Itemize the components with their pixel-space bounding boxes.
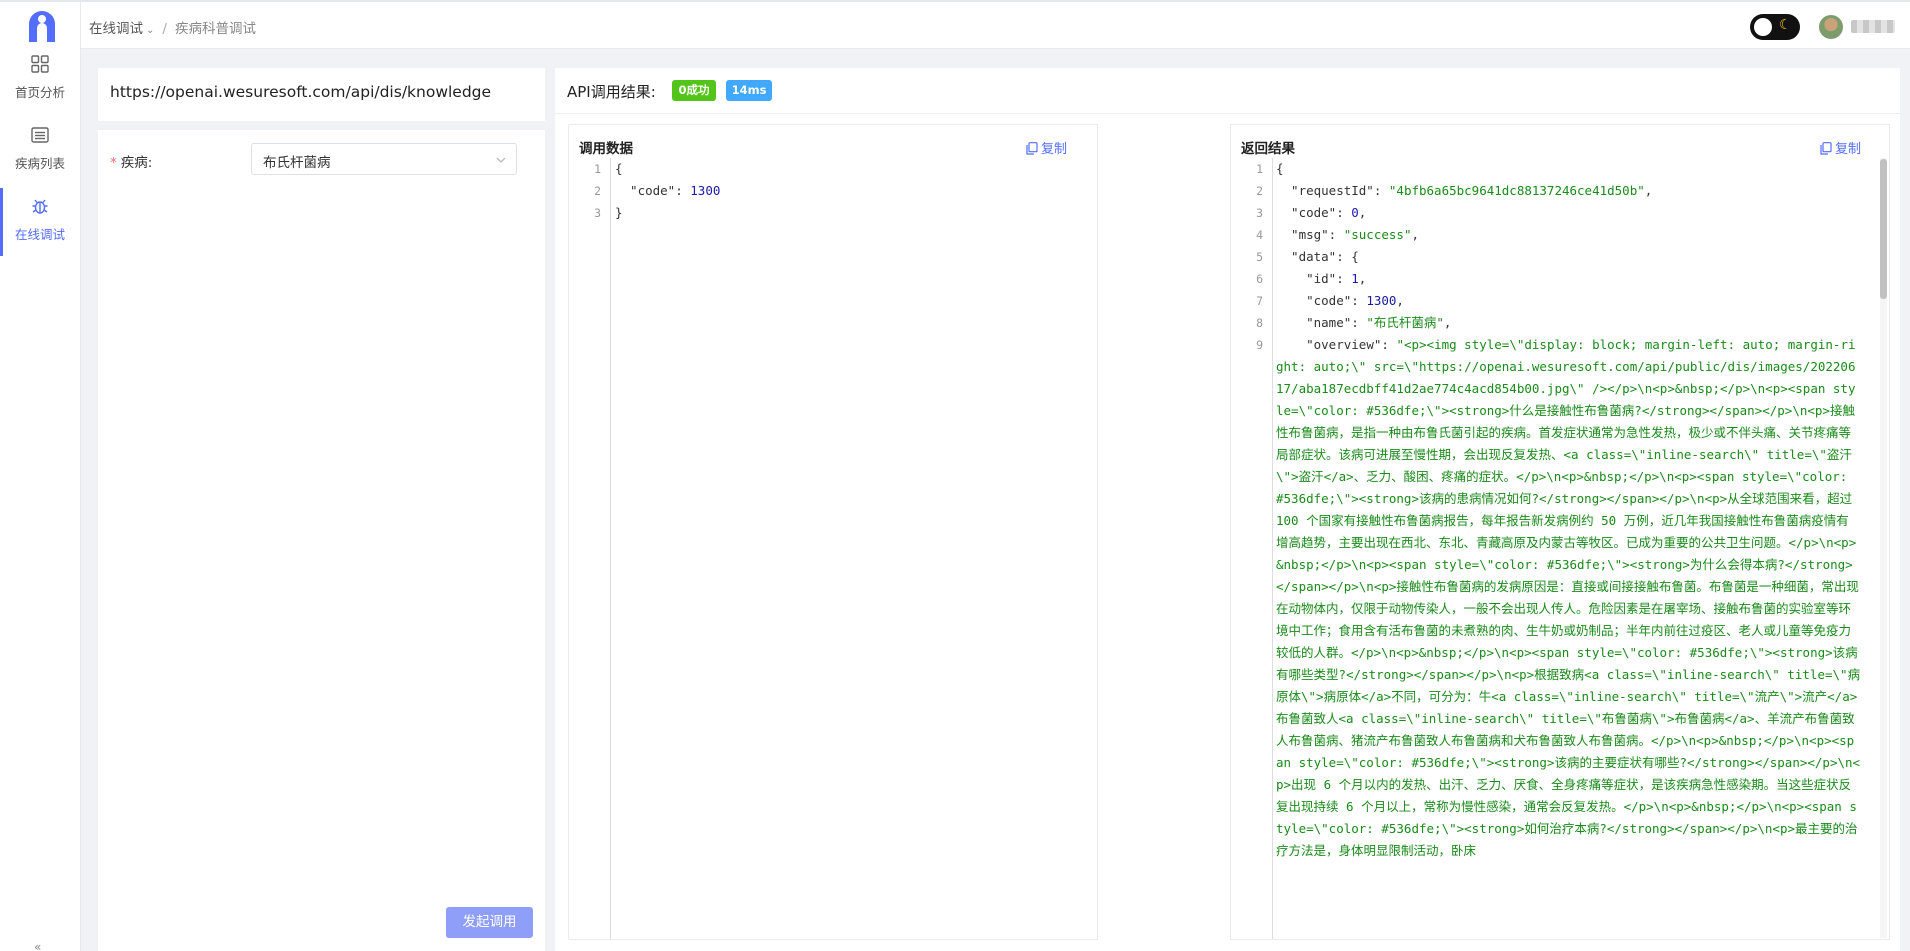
call-data-card: 调用数据 复制 1 2 3 { "code": 1300 } xyxy=(568,124,1098,940)
avatar[interactable] xyxy=(1819,15,1843,39)
response-title: 返回结果 xyxy=(1241,141,1295,157)
breadcrumb-parent[interactable]: 在线调试 xyxy=(89,21,143,37)
copy-call-data-button[interactable]: 复制 xyxy=(1026,138,1067,157)
code-line: } xyxy=(615,205,623,220)
app-root: 首页分析 疾病列表 在线调试 « 在线调试 ⌄ / 疾病科普调试 ☾ https… xyxy=(0,0,1910,951)
code-line: "requestId": "4bfb6a65bc9641dc88137246ce… xyxy=(1276,183,1653,198)
copy-icon xyxy=(1026,142,1038,155)
disease-label-text: 疾病: xyxy=(120,155,153,171)
toggle-knob xyxy=(1754,18,1772,36)
username-blurred[interactable] xyxy=(1851,20,1895,33)
copy-response-button[interactable]: 复制 xyxy=(1820,138,1861,157)
dashboard-grid-icon xyxy=(31,55,49,73)
chevron-down-icon: ⌄ xyxy=(146,25,155,36)
response-editor[interactable]: 1 2 3 4 5 6 7 8 9 { "requestId": "4bfb6a… xyxy=(1231,158,1889,939)
sidebar: 首页分析 疾病列表 在线调试 « xyxy=(0,2,81,951)
code-line: "id": 1, xyxy=(1276,271,1367,286)
time-badge: 14ms xyxy=(726,80,772,101)
chevron-down-icon xyxy=(496,157,506,163)
code-line: "name": "布氏杆菌病", xyxy=(1276,315,1452,330)
editor-gutter xyxy=(610,158,611,939)
app-logo-icon[interactable] xyxy=(27,10,57,44)
code-line: "msg": "success", xyxy=(1276,227,1419,242)
disease-select-value: 布氏杆菌病 xyxy=(263,155,331,171)
sidebar-collapse-icon[interactable]: « xyxy=(34,940,41,951)
sidebar-item-label: 疾病列表 xyxy=(14,156,65,171)
sidebar-item-dashboard[interactable]: 首页分析 xyxy=(0,54,80,124)
bug-icon xyxy=(32,199,48,214)
sidebar-item-online-debug[interactable]: 在线调试 xyxy=(0,188,80,266)
request-form-panel: * 疾病: 布氏杆菌病 发起调用 xyxy=(98,130,545,951)
result-title: API调用结果: xyxy=(567,83,656,101)
result-panel: API调用结果: 0成功 14ms 调用数据 复制 1 2 3 { "code"… xyxy=(555,68,1900,951)
list-icon xyxy=(31,127,49,143)
request-url: https://openai.wesuresoft.com/api/dis/kn… xyxy=(110,83,492,101)
code-line: "code": 0, xyxy=(1276,205,1367,220)
sidebar-item-label: 首页分析 xyxy=(14,85,65,100)
request-url-panel: https://openai.wesuresoft.com/api/dis/kn… xyxy=(98,68,545,121)
copy-icon xyxy=(1820,142,1832,155)
overview-value: "overview": "<p><img style=\"display: bl… xyxy=(1276,337,1861,858)
response-card: 返回结果 复制 1 2 3 4 5 6 7 8 9 { "requestId":… xyxy=(1230,124,1890,940)
scrollbar-thumb[interactable] xyxy=(1880,159,1887,299)
sidebar-item-label: 在线调试 xyxy=(14,227,65,242)
divider xyxy=(555,113,1900,114)
moon-icon: ☾ xyxy=(1779,17,1792,33)
breadcrumb-separator: / xyxy=(162,21,167,37)
code-line: "code": 1300, xyxy=(1276,293,1404,308)
call-data-editor[interactable]: 1 2 3 { "code": 1300 } xyxy=(569,158,1097,939)
disease-field-label: * 疾病: xyxy=(110,151,152,171)
submit-call-button[interactable]: 发起调用 xyxy=(446,907,533,938)
call-data-title: 调用数据 xyxy=(579,141,633,157)
breadcrumb: 在线调试 ⌄ / 疾病科普调试 xyxy=(89,17,256,37)
disease-select[interactable]: 布氏杆菌病 xyxy=(251,143,517,175)
code-line: { xyxy=(615,161,623,176)
theme-toggle[interactable]: ☾ xyxy=(1750,14,1800,40)
editor-gutter xyxy=(1272,158,1273,939)
code-line: "code": 1300 xyxy=(615,183,721,198)
code-line: "data": { xyxy=(1276,249,1359,264)
top-header: 在线调试 ⌄ / 疾病科普调试 ☾ xyxy=(81,2,1910,49)
code-line: { xyxy=(1276,161,1284,176)
required-mark: * xyxy=(110,155,117,171)
sidebar-item-disease-list[interactable]: 疾病列表 xyxy=(0,125,80,195)
status-badge: 0成功 xyxy=(672,80,716,101)
breadcrumb-current: 疾病科普调试 xyxy=(174,21,256,37)
